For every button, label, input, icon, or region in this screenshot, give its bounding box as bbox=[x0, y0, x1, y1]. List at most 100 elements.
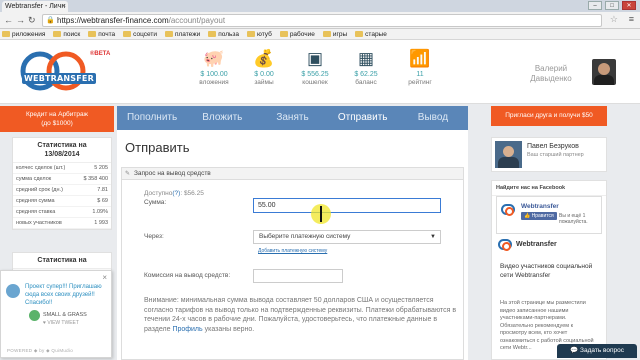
arbitrage-label-2: (до $1000) bbox=[41, 120, 73, 127]
bookmark-item[interactable]: польза bbox=[208, 31, 239, 38]
webtransfer-logo[interactable]: WEBTRANSFER ®BETA bbox=[18, 49, 110, 95]
tweet-handle[interactable]: SMALL & GRASS bbox=[43, 312, 87, 318]
logo-text: WEBTRANSFER bbox=[22, 73, 96, 84]
payout-panel: ✎ Запрос на вывод средств Доступно(?): $… bbox=[121, 167, 464, 360]
stat-value: $ 62.25 bbox=[354, 71, 378, 78]
window-controls: – □ ✕ bbox=[588, 1, 636, 10]
stat-row-label: средняя ставка bbox=[16, 209, 56, 215]
partner-role: Ваш старший партнер bbox=[527, 152, 584, 158]
powered-by: POWERED ◆ by ◆ QuiMudio bbox=[7, 348, 74, 353]
tweet-popup[interactable]: × Проект супер!!! Приглашаю сюда всех св… bbox=[0, 270, 112, 358]
arbitrage-credit-button[interactable]: Кредит на Арбитраж (до $1000) bbox=[0, 106, 114, 132]
stat-row-value: $ 358 400 bbox=[83, 176, 108, 182]
table-row: средняя сумма $ 69 bbox=[13, 196, 111, 207]
facebook-like-button[interactable]: 👍 Нравится bbox=[521, 212, 557, 220]
stat-value: $ 0.00 bbox=[254, 71, 274, 78]
table-row: средний срок (дн.) 7.81 bbox=[13, 185, 111, 196]
bookmark-item[interactable]: почта bbox=[88, 31, 115, 38]
folder-icon bbox=[53, 31, 62, 37]
available-label: Доступно bbox=[144, 190, 173, 197]
sum-input[interactable]: 55.00 bbox=[253, 198, 441, 213]
user-last-name: Давыденко bbox=[530, 74, 572, 83]
piggy-bank-icon: 🐖 bbox=[203, 49, 225, 68]
close-window-button[interactable]: ✕ bbox=[622, 1, 636, 10]
partner-card[interactable]: Павел Безруков Ваш старший партнер bbox=[491, 137, 607, 172]
bookmark-label: игры bbox=[332, 30, 348, 38]
table-row: средняя ставка 1.09% bbox=[13, 207, 111, 218]
tab-borrow[interactable]: Занять bbox=[257, 106, 327, 130]
bookmark-label: почта bbox=[98, 30, 116, 38]
browser-tab[interactable]: Webtransfer - Личн × bbox=[2, 1, 68, 12]
tab-withdraw[interactable]: Вывод bbox=[398, 106, 468, 130]
screen: { "browser": { "tab_title": "Webtransfer… bbox=[0, 0, 640, 360]
post-author[interactable]: Webtransfer bbox=[516, 241, 557, 248]
chart-icon: 📶 bbox=[409, 49, 431, 68]
bookmark-label: рабочие bbox=[289, 30, 315, 38]
back-icon[interactable]: ← bbox=[4, 15, 13, 25]
withdraw-notice: Внимание: минимальная сумма вывода соста… bbox=[144, 296, 459, 334]
folder-icon bbox=[322, 31, 331, 37]
bookmark-item[interactable]: поиск bbox=[53, 31, 80, 38]
bookmark-item[interactable]: старые bbox=[355, 31, 387, 38]
stat-row-value: 5 205 bbox=[94, 165, 108, 171]
facebook-page-card[interactable]: Webtransfer 👍 Нравится Вы и ещё 1 пожалу… bbox=[496, 196, 602, 234]
account-nav: Пополнить Вложить Занять Отправить Вывод bbox=[117, 106, 468, 130]
logo-rings-icon bbox=[20, 51, 86, 91]
forward-icon[interactable]: → bbox=[16, 15, 25, 25]
bookmark-item[interactable]: платежи bbox=[164, 30, 201, 38]
maximize-button[interactable]: □ bbox=[605, 1, 619, 10]
bookmark-item[interactable]: игры bbox=[322, 30, 348, 38]
bookmark-label: риложения bbox=[12, 30, 46, 38]
folder-icon bbox=[246, 31, 255, 37]
stat-row-value: 1.09% bbox=[92, 209, 108, 215]
bookmark-item[interactable]: ютуб bbox=[246, 31, 272, 38]
invite-friend-button[interactable]: Пригласи друга и получи $50 bbox=[491, 106, 607, 126]
stat-balance[interactable]: ▦ $ 62.25 баланс bbox=[341, 48, 391, 87]
notice-text-end: указаны верно. bbox=[202, 325, 255, 333]
statistics-rows: колчес сделок (шт.) 5 205 сумма сделок $ 35… bbox=[13, 163, 111, 229]
tab-title: Webtransfer - Личн bbox=[5, 3, 66, 10]
stat-investments[interactable]: 🐖 $ 100.00 вложения bbox=[189, 48, 239, 87]
post-text: Видео участников социальной сети Webtran… bbox=[500, 263, 593, 279]
stat-value: $ 100.00 bbox=[200, 71, 228, 78]
user-name[interactable]: Валерий Давыденко bbox=[516, 64, 586, 84]
tab-close-icon[interactable]: × bbox=[62, 1, 66, 12]
facebook-page-name[interactable]: Webtransfer bbox=[521, 203, 559, 210]
bookmark-star-icon[interactable]: ☆ bbox=[610, 14, 618, 25]
ask-question-button[interactable]: 💬 Задать вопрос bbox=[557, 344, 637, 358]
tweet-user-icon bbox=[29, 310, 40, 321]
reload-icon[interactable]: ↻ bbox=[28, 15, 36, 26]
avatar[interactable] bbox=[592, 59, 616, 85]
tab-send[interactable]: Отправить bbox=[328, 106, 398, 130]
tweet-avatar bbox=[6, 284, 20, 298]
add-payment-system-link[interactable]: Добавить платежную систему bbox=[258, 248, 327, 254]
bookmark-label: платежи bbox=[174, 30, 201, 38]
payment-system-select[interactable]: Выберите платежную систему ▼ bbox=[253, 230, 441, 244]
bookmarks-bar: риложения поиск почта соцсети платежи польза ю… bbox=[0, 29, 640, 40]
avatar-face bbox=[598, 63, 610, 75]
url-path: /account/payout bbox=[168, 16, 226, 25]
stat-row-label: средняя сумма bbox=[16, 198, 55, 204]
url-input[interactable]: 🔒 https://webtransfer-finance.com/accoun… bbox=[42, 14, 602, 27]
tab-invest[interactable]: Вложить bbox=[187, 106, 257, 130]
view-tweet-link[interactable]: ♥ VIEW TWEET bbox=[43, 320, 79, 326]
stat-row-label: новых участников bbox=[16, 220, 62, 226]
profile-link[interactable]: Профиль bbox=[172, 326, 202, 333]
pin-icon: ✎ bbox=[125, 171, 131, 177]
minimize-button[interactable]: – bbox=[588, 1, 602, 10]
bookmark-item[interactable]: соцсети bbox=[123, 31, 157, 38]
browser-menu-icon[interactable]: ≡ bbox=[629, 14, 634, 24]
folder-icon bbox=[355, 31, 364, 37]
stat-wallet[interactable]: ▣ $ 556.25 кошелек bbox=[290, 48, 340, 87]
folder-icon bbox=[208, 31, 217, 37]
tab-deposit[interactable]: Пополнить bbox=[117, 106, 187, 130]
fee-input[interactable] bbox=[253, 269, 343, 283]
bookmark-item[interactable]: рабочие bbox=[279, 30, 315, 38]
stat-rating[interactable]: 📶 11 рейтинг bbox=[395, 48, 445, 87]
bookmark-item[interactable]: риложения bbox=[2, 31, 45, 38]
stat-row-label: средний срок (дн.) bbox=[16, 187, 63, 193]
stat-loans[interactable]: 💰 $ 0.00 займы bbox=[239, 48, 289, 87]
stat-caption: займы bbox=[254, 79, 274, 86]
close-icon[interactable]: × bbox=[102, 273, 107, 282]
panel-title: Запрос на вывод средств bbox=[134, 170, 211, 177]
